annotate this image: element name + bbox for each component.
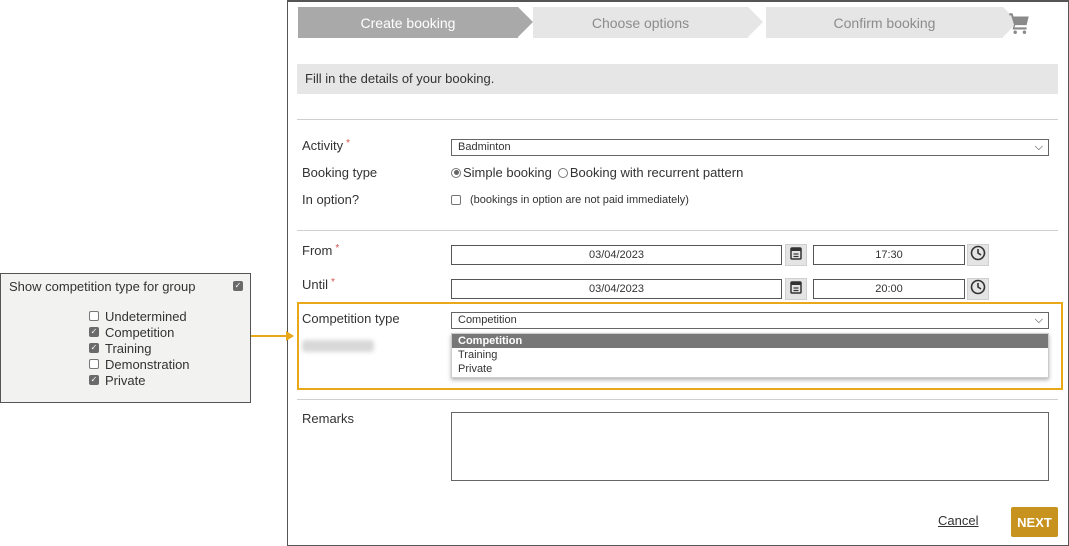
step-confirm-booking: Confirm booking	[766, 7, 1003, 38]
radio-recurrent-booking[interactable]	[557, 167, 568, 178]
input-value: 17:30	[875, 249, 903, 261]
step-create-booking: Create booking	[298, 7, 518, 38]
option-label: Undetermined	[105, 308, 187, 324]
dropdown-option-private[interactable]: Private	[452, 362, 1048, 376]
option-training[interactable]: ✓ Training	[89, 340, 190, 356]
required-mark: *	[331, 277, 335, 288]
blurred-label	[302, 340, 374, 352]
from-label: From *	[302, 243, 339, 258]
calendar-icon	[789, 280, 803, 299]
checkbox-training[interactable]: ✓	[89, 343, 99, 353]
from-calendar-button[interactable]	[785, 244, 807, 266]
radio-simple-booking[interactable]	[451, 167, 461, 178]
input-value: 20:00	[875, 283, 903, 295]
option-undetermined[interactable]: Undetermined	[89, 308, 190, 324]
until-date-input[interactable]: 03/04/2023	[451, 279, 782, 299]
in-option-label: In option?	[302, 192, 360, 207]
booking-type-radio-group: Simple booking Booking with recurrent pa…	[451, 165, 743, 180]
checkbox-demonstration[interactable]	[89, 359, 99, 369]
competition-type-select[interactable]: Competition ⌵	[451, 312, 1049, 329]
option-label: Private	[105, 372, 146, 388]
booking-dialog: Create booking Choose options Confirm bo…	[287, 0, 1069, 546]
until-time-input[interactable]: 20:00	[813, 279, 965, 299]
step-arrow	[518, 7, 533, 37]
label-text: Until	[302, 277, 329, 292]
step-label: Choose options	[591, 14, 690, 31]
dropdown-option-competition[interactable]: Competition	[452, 334, 1048, 348]
calendar-icon	[789, 246, 803, 265]
option-private[interactable]: ✓ Private	[89, 372, 190, 388]
competition-type-settings-panel: Show competition type for group ✓ Undete…	[0, 273, 251, 403]
label-text: From	[302, 243, 333, 258]
until-label: Until *	[302, 277, 335, 292]
in-option-row: (bookings in option are not paid immedia…	[451, 194, 689, 206]
select-value: Competition	[458, 314, 517, 326]
remarks-label: Remarks	[302, 411, 355, 426]
option-competition[interactable]: ✓ Competition	[89, 324, 190, 340]
connector-arrow-icon	[286, 331, 294, 341]
cancel-link[interactable]: Cancel	[938, 513, 978, 528]
from-clock-button[interactable]	[967, 244, 989, 266]
clock-icon	[970, 245, 986, 266]
option-demonstration[interactable]: Demonstration	[89, 356, 190, 372]
activity-select[interactable]: Badminton ⌵	[451, 139, 1049, 156]
checkbox-undetermined[interactable]	[89, 311, 99, 321]
option-label: Training	[105, 340, 152, 356]
input-value: 03/04/2023	[588, 249, 645, 261]
clock-icon	[970, 279, 986, 300]
radio-label: Simple booking	[463, 165, 552, 180]
chevron-down-icon: ⌵	[1034, 141, 1043, 153]
select-value: Badminton	[458, 141, 511, 153]
dropdown-option-training[interactable]: Training	[452, 348, 1048, 362]
step-arrow	[748, 7, 763, 37]
label-text: Activity	[302, 138, 344, 153]
remarks-textarea[interactable]	[451, 412, 1049, 481]
step-label: Create booking	[360, 14, 456, 31]
divider	[297, 119, 1058, 120]
next-button[interactable]: NEXT	[1011, 507, 1058, 537]
from-date-input[interactable]: 03/04/2023	[451, 245, 782, 265]
competition-type-options: Undetermined ✓ Competition ✓ Training De…	[89, 308, 190, 388]
step-choose-options: Choose options	[533, 7, 748, 38]
until-clock-button[interactable]	[967, 278, 989, 300]
step-label: Confirm booking	[833, 14, 936, 31]
checkbox-private[interactable]: ✓	[89, 375, 99, 385]
radio-label: Booking with recurrent pattern	[569, 165, 744, 180]
input-value: 03/04/2023	[588, 283, 645, 295]
competition-type-label: Competition type	[302, 311, 400, 326]
chevron-down-icon: ⌵	[1034, 314, 1043, 326]
in-option-checkbox[interactable]	[451, 195, 461, 205]
booking-type-label: Booking type	[302, 165, 378, 180]
option-label: Demonstration	[105, 356, 190, 372]
divider	[297, 399, 1058, 400]
activity-label: Activity *	[302, 138, 350, 153]
required-mark: *	[335, 243, 340, 254]
in-option-hint: (bookings in option are not paid immedia…	[470, 194, 689, 206]
required-mark: *	[346, 138, 351, 149]
competition-type-dropdown: Competition Training Private	[451, 333, 1049, 378]
settings-panel-title: Show competition type for group	[9, 279, 196, 294]
option-label: Competition	[105, 324, 175, 340]
info-bar: Fill in the details of your booking.	[297, 64, 1058, 94]
show-competition-type-checkbox[interactable]: ✓	[233, 281, 243, 291]
shopping-cart-icon[interactable]	[1006, 10, 1032, 41]
divider	[297, 230, 1058, 231]
until-calendar-button[interactable]	[785, 278, 807, 300]
checkbox-competition[interactable]: ✓	[89, 327, 99, 337]
from-time-input[interactable]: 17:30	[813, 245, 965, 265]
